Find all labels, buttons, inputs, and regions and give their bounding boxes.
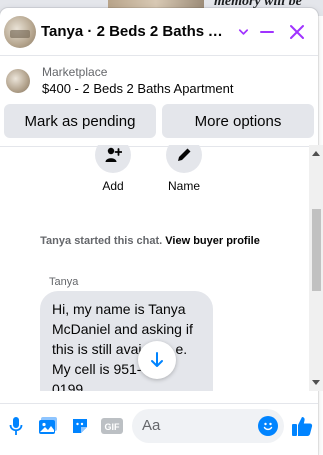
like-button[interactable]: [290, 414, 314, 438]
chevron-down-icon[interactable]: [237, 25, 250, 39]
scrollbar[interactable]: [309, 145, 323, 391]
sticker-icon: [73, 418, 87, 433]
message-line: McDaniel and asking if: [52, 321, 193, 337]
photo-icon: [39, 416, 57, 434]
thumbs-up-icon: [292, 416, 313, 436]
chat-started-notice: Tanya started this chat. View buyer prof…: [0, 235, 300, 247]
chat-title[interactable]: Tanya · 2 Beds 2 Baths Apa...: [41, 23, 233, 40]
scroll-down-arrow[interactable]: [312, 380, 320, 385]
more-options-button[interactable]: More options: [162, 104, 314, 138]
minimize-button[interactable]: [254, 18, 280, 46]
minimize-icon: [260, 30, 275, 33]
message-line: My cell is 951-: [52, 361, 142, 377]
edit-name-action[interactable]: Name: [154, 145, 214, 193]
scroll-up-arrow[interactable]: [312, 151, 320, 156]
view-buyer-profile-link[interactable]: View buyer profile: [165, 235, 260, 247]
pencil-icon: [166, 145, 202, 173]
message-line: 0199.: [52, 381, 88, 391]
message-input[interactable]: [142, 417, 258, 434]
listing-bar[interactable]: Marketplace $400 - 2 Beds 2 Baths Apartm…: [0, 56, 318, 104]
gif-button[interactable]: GIF: [100, 414, 124, 438]
arrow-down-icon: [151, 352, 163, 367]
add-person-icon: [95, 145, 131, 173]
message-input-wrapper[interactable]: [132, 408, 284, 443]
name-label: Name: [167, 179, 200, 193]
add-label: Add: [102, 179, 124, 193]
photo-button[interactable]: [36, 414, 60, 438]
microphone-icon: [9, 416, 23, 435]
chat-header: Tanya · 2 Beds 2 Baths Apa...: [0, 8, 318, 56]
scrollbar-thumb[interactable]: [312, 209, 321, 291]
chat-started-text: Tanya started this chat.: [40, 235, 163, 247]
scroll-to-bottom-button[interactable]: [138, 341, 176, 379]
message-composer: GIF: [0, 403, 318, 447]
listing-thumbnail: [6, 69, 30, 93]
gif-icon: GIF: [101, 417, 123, 434]
microphone-button[interactable]: [4, 414, 28, 438]
message-line: Hi, my name is Tanya: [52, 301, 186, 317]
message-line: this is still avai e.: [52, 341, 188, 357]
message-list[interactable]: Add Name Tanya started this chat. View b…: [0, 145, 318, 391]
sticker-button[interactable]: [68, 414, 92, 438]
svg-text:GIF: GIF: [105, 422, 121, 432]
listing-source: Marketplace: [42, 65, 108, 79]
mark-as-pending-button[interactable]: Mark as pending: [4, 104, 156, 138]
add-contact-action[interactable]: Add: [83, 145, 143, 193]
contact-avatar[interactable]: [4, 15, 36, 48]
emoji-icon[interactable]: [258, 415, 278, 436]
listing-title: $400 - 2 Beds 2 Baths Apartment: [42, 81, 234, 96]
listing-actions: Mark as pending More options: [0, 104, 318, 147]
listing-info: Marketplace $400 - 2 Beds 2 Baths Apartm…: [42, 64, 234, 98]
close-icon: [290, 24, 305, 39]
message-bubble[interactable]: Hi, my name is Tanya McDaniel and asking…: [40, 291, 213, 391]
close-button[interactable]: [284, 18, 310, 46]
message-sender: Tanya: [49, 276, 79, 288]
